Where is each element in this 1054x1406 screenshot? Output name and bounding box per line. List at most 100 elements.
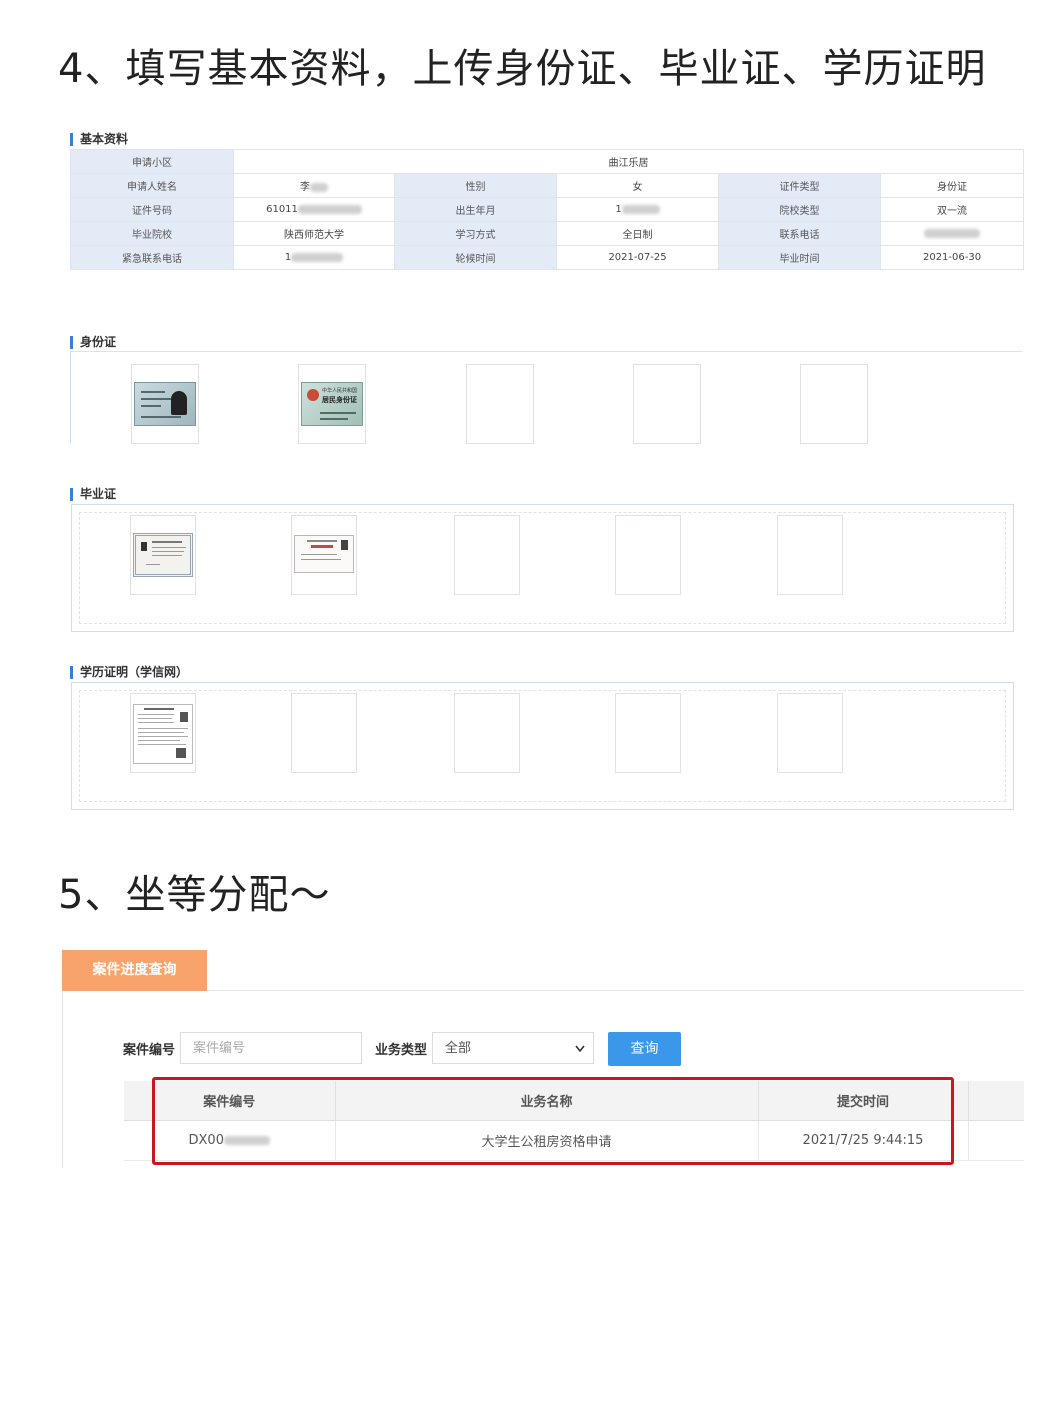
- case-no-input[interactable]: 案件编号: [180, 1032, 362, 1064]
- field-value: 李: [233, 173, 395, 198]
- step5-title: 5、坐等分配～: [58, 872, 331, 918]
- diploma-section-title: 毕业证: [70, 488, 116, 501]
- id-card-back-thumbnail[interactable]: 中华人民共和国 居民身份证: [298, 364, 366, 444]
- text-line: [152, 541, 182, 543]
- name-value: 李: [300, 182, 310, 193]
- column-header-empty: [968, 1081, 1024, 1121]
- section-divider: [70, 351, 1022, 352]
- text-line: [141, 398, 171, 400]
- field-label: 院校类型: [718, 197, 881, 222]
- text-line: [152, 551, 184, 552]
- table-row: 申请小区 曲江乐居: [70, 149, 1025, 174]
- text-line: [138, 740, 180, 741]
- text-line: [146, 564, 160, 565]
- birth-value: 1: [615, 204, 622, 215]
- upload-slot-empty[interactable]: [615, 515, 681, 595]
- redaction-blur: [924, 228, 981, 238]
- text-line: [138, 714, 174, 715]
- field-label: 证件类型: [718, 173, 881, 198]
- tab-case-progress-query[interactable]: 案件进度查询: [62, 950, 207, 991]
- qr-code-icon: [176, 748, 186, 758]
- text-line: [138, 722, 174, 723]
- portrait-photo: [171, 391, 187, 415]
- field-label: 紧急联系电话: [70, 245, 234, 270]
- education-report-thumbnail[interactable]: [130, 693, 196, 773]
- field-value: 2021-07-25: [556, 245, 719, 270]
- text-line: [301, 554, 337, 555]
- card-title-text: 居民身份证: [322, 396, 357, 404]
- upload-slot-empty[interactable]: [291, 693, 357, 773]
- upload-slot-empty[interactable]: [633, 364, 701, 444]
- table-row: 证件号码 61011 出生年月 1 院校类型 双一流: [70, 197, 1025, 222]
- id-card-front-image: [134, 382, 196, 426]
- table-row: 申请人姓名 李 性别 女 证件类型 身份证: [70, 173, 1025, 198]
- field-value: 女: [556, 173, 719, 198]
- upload-slot-empty[interactable]: [454, 693, 520, 773]
- field-label: 毕业院校: [70, 221, 234, 246]
- text-line: [144, 708, 174, 710]
- card-header-text: 中华人民共和国: [322, 388, 358, 394]
- text-line: [138, 736, 188, 737]
- field-value: 61011: [233, 197, 395, 222]
- empty-cell: [968, 1120, 1024, 1161]
- section-divider: [70, 351, 71, 443]
- biz-type-select[interactable]: 全部: [432, 1032, 594, 1064]
- upload-slot-empty[interactable]: [777, 515, 843, 595]
- text-line: [141, 416, 181, 418]
- basic-info-section-title: 基本资料: [70, 133, 128, 146]
- text-line: [138, 732, 184, 733]
- diploma-thumbnail[interactable]: [130, 515, 196, 595]
- upload-slot-empty[interactable]: [777, 693, 843, 773]
- step4-title: 4、填写基本资料，上传身份证、毕业证、学历证明: [58, 46, 987, 92]
- text-line: [138, 728, 188, 729]
- biz-type-selected-value: 全部: [445, 1041, 472, 1056]
- upload-slot-empty[interactable]: [466, 364, 534, 444]
- field-label: 轮候时间: [394, 245, 557, 270]
- diploma-upload-box: [71, 504, 1014, 632]
- text-line: [320, 418, 348, 420]
- text-line: [141, 405, 161, 407]
- text-line: [152, 555, 182, 556]
- table-row: 紧急联系电话 1 轮候时间 2021-07-25 毕业时间 2021-06-30: [70, 245, 1025, 270]
- field-label: 性别: [394, 173, 557, 198]
- upload-dashed-area: [79, 690, 1006, 802]
- upload-slot-empty[interactable]: [800, 364, 868, 444]
- community-value: 曲江乐居: [232, 149, 1025, 174]
- field-label: 出生年月: [394, 197, 557, 222]
- upload-slot-empty[interactable]: [615, 693, 681, 773]
- biz-type-label: 业务类型: [375, 1043, 428, 1058]
- id-card-section-title: 身份证: [70, 336, 116, 349]
- basic-info-table: 申请小区 曲江乐居 申请人姓名 李 性别 女 证件类型 身份证 证件号码 610…: [70, 149, 1025, 270]
- title-bar: [311, 545, 333, 548]
- query-button[interactable]: 查询: [608, 1032, 681, 1066]
- field-value: 身份证: [879, 173, 1025, 198]
- education-proof-upload-box: [71, 682, 1014, 810]
- redaction-blur: [291, 252, 344, 262]
- text-line: [152, 547, 186, 548]
- degree-certificate-thumbnail[interactable]: [291, 515, 357, 595]
- chevron-down-icon: [575, 1045, 585, 1053]
- text-line: [301, 559, 341, 560]
- field-value: 1: [556, 197, 719, 222]
- field-label: 学习方式: [394, 221, 557, 246]
- id-card-back-image: 中华人民共和国 居民身份证: [301, 382, 363, 426]
- community-label: 申请小区: [70, 149, 234, 174]
- field-label: 毕业时间: [718, 245, 881, 270]
- field-value: 陕西师范大学: [233, 221, 395, 246]
- id-card-front-thumbnail[interactable]: [131, 364, 199, 444]
- text-line: [141, 391, 165, 393]
- upload-slot-empty[interactable]: [454, 515, 520, 595]
- field-value: [879, 221, 1025, 246]
- degree-certificate-image: [294, 535, 354, 573]
- portrait-photo: [341, 540, 348, 550]
- field-label: 申请人姓名: [70, 173, 234, 198]
- field-value: 1: [233, 245, 395, 270]
- tab-underline: [207, 990, 1024, 991]
- field-label: 联系电话: [718, 221, 881, 246]
- diploma-image: [133, 533, 193, 577]
- portrait-photo: [141, 542, 147, 551]
- table-row: 毕业院校 陕西师范大学 学习方式 全日制 联系电话: [70, 221, 1025, 246]
- id-number-value: 61011: [266, 204, 298, 215]
- highlight-box: [152, 1077, 954, 1165]
- education-report-image: [133, 704, 193, 764]
